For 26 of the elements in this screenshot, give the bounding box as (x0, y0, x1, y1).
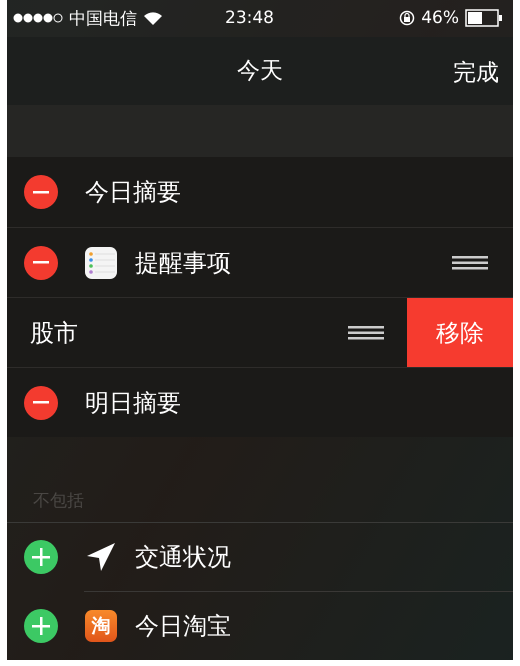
wifi-icon (143, 10, 163, 26)
taobao-app-icon: 淘 (85, 610, 117, 642)
remove-button[interactable]: 移除 (407, 298, 513, 368)
remove-circle-icon[interactable] (24, 175, 58, 210)
widget-name: 交通状况 (135, 542, 231, 574)
status-time: 23:48 (225, 8, 275, 28)
carrier-name: 中国电信 (69, 8, 137, 30)
add-circle-icon[interactable] (24, 540, 58, 574)
widget-name: 今日摘要 (85, 177, 181, 208)
add-circle-icon[interactable] (24, 609, 58, 644)
battery-icon (465, 9, 503, 28)
signal-icon (13, 13, 63, 24)
battery-percent: 46% (421, 8, 459, 28)
rotation-lock-icon (399, 10, 416, 26)
widget-name: 提醒事项 (135, 248, 231, 279)
reminders-app-icon (85, 246, 117, 279)
screen-title: 今天 (237, 57, 283, 86)
reorder-handle-icon[interactable] (452, 256, 488, 270)
remove-circle-icon[interactable] (24, 246, 58, 280)
reorder-handle-icon[interactable] (348, 326, 384, 340)
widget-name: 股市 (30, 318, 78, 349)
remove-circle-icon[interactable] (24, 386, 58, 420)
widget-name: 今日淘宝 (135, 611, 231, 642)
widget-name: 明日摘要 (85, 388, 181, 419)
location-arrow-icon (85, 541, 117, 574)
done-button[interactable]: 完成 (453, 56, 499, 88)
